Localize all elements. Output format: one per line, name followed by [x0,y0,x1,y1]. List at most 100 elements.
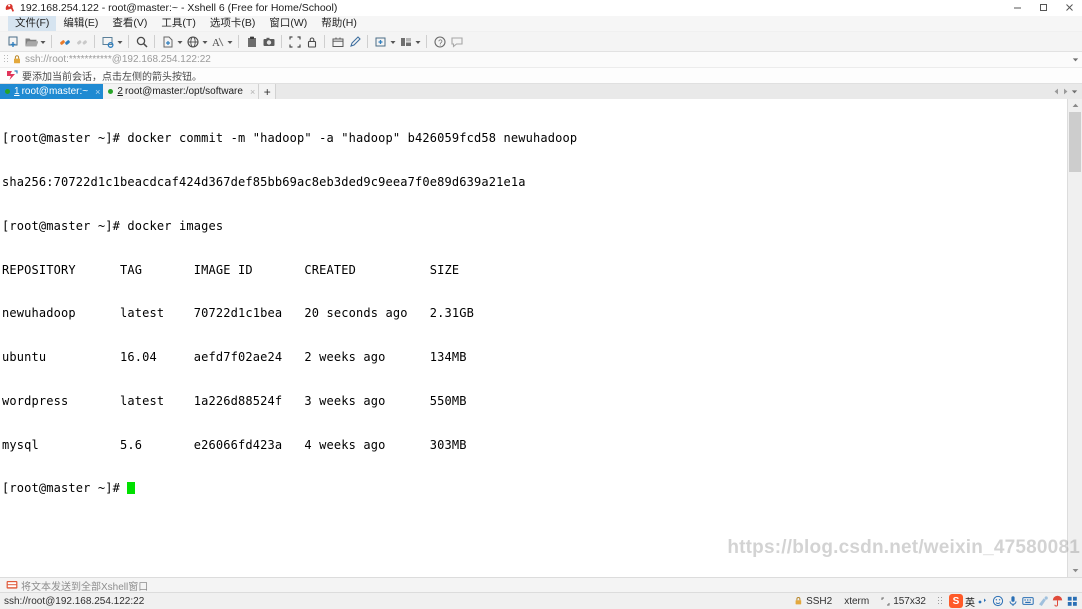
terminal-prompt: [root@master ~]# [2,481,128,496]
session-properties-icon[interactable] [99,33,116,50]
ime-handle-icon[interactable] [932,594,947,608]
terminal-cursor [127,482,135,495]
add-session-icon[interactable] [4,69,20,82]
send-to-all-icon[interactable] [4,579,19,591]
tab-label: root@master:~ [21,86,89,97]
paste-icon[interactable] [243,33,260,50]
tab-2-root-master-opt-software[interactable]: 2 root@master:/opt/software × [103,84,260,99]
tab-list-dropdown-icon[interactable] [1070,84,1079,99]
svg-text:?: ? [438,38,443,47]
toolbar-separator [281,35,282,48]
terminal-table-row: newuhadoop latest 70722d1c1bea 20 second… [2,306,474,321]
help-icon[interactable]: ? [431,33,448,50]
toolbar-separator [238,35,239,48]
fullscreen-icon[interactable] [286,33,303,50]
xshell-window: 192.168.254.122 - root@master:~ - Xshell… [0,0,1082,609]
open-session-icon[interactable] [22,33,39,50]
tab-status-dot-icon [108,89,114,94]
arrange-icon[interactable] [397,33,414,50]
panel-icon[interactable] [1020,594,1035,608]
menu-edit[interactable]: 编辑(E) [56,16,105,31]
hint-text: 要添加当前会话，点击左侧的箭头按钮。 [22,72,202,83]
new-tab-caret-icon[interactable] [389,33,397,50]
new-tab-button[interactable]: + [259,84,277,99]
address-bar-grip[interactable] [2,53,10,66]
open-session-caret-icon[interactable] [39,33,47,50]
status-connection: ssh://root@192.168.254.122:22 [4,595,145,607]
toolbar-separator [94,35,95,48]
transfer-file-caret-icon[interactable] [176,33,184,50]
menu-help[interactable]: 帮助(H) [314,16,364,31]
transfer-file-icon[interactable] [159,33,176,50]
new-tab-icon[interactable] [372,33,389,50]
close-icon[interactable]: × [250,87,255,97]
new-session-icon[interactable] [5,33,22,50]
session-properties-caret-icon[interactable] [116,33,124,50]
scroll-down-icon[interactable] [1068,564,1082,577]
ftp-icon[interactable] [184,33,201,50]
font-icon[interactable]: A [209,33,226,50]
terminal-table-row: ubuntu 16.04 aefd7f02ae24 2 weeks ago 13… [2,350,467,365]
window-controls [1004,0,1082,15]
menubar: 文件(F) 编辑(E) 查看(V) 工具(T) 选项卡(B) 窗口(W) 帮助(… [0,16,1082,32]
toolbar-separator [324,35,325,48]
voice-icon[interactable] [1005,594,1020,608]
font-caret-icon[interactable] [226,33,234,50]
menu-tabs[interactable]: 选项卡(B) [203,16,263,31]
terminal-output[interactable]: [root@master ~]# docker commit -m "hadoo… [0,99,1067,577]
address-url[interactable]: ssh://root:***********@192.168.254.122:2… [23,54,1068,65]
toolbar-separator [154,35,155,48]
capture-icon[interactable] [260,33,277,50]
skin-icon[interactable] [1035,594,1050,608]
tab-scroll-right-icon[interactable] [1061,84,1070,99]
toolbar-separator [426,35,427,48]
close-icon[interactable] [1056,0,1082,15]
tab-1-root-master-home[interactable]: 1 root@master:~ × [0,84,104,99]
ime-toolbar: S 英 [932,593,1082,609]
status-protocol-segment: SSH2 [788,593,838,609]
lock-icon [794,596,803,606]
apps-icon[interactable] [1065,594,1080,608]
compose-icon[interactable] [346,33,363,50]
terminal-area: [root@master ~]# docker commit -m "hadoo… [0,99,1082,577]
close-icon[interactable]: × [95,87,100,97]
keyboard-icon[interactable] [975,594,990,608]
menu-tools[interactable]: 工具(T) [154,16,202,31]
titlebar: 192.168.254.122 - root@master:~ - Xshell… [0,0,1082,16]
find-icon[interactable] [133,33,150,50]
menu-file[interactable]: 文件(F) [8,16,57,31]
status-bar: ssh://root@192.168.254.122:22 SSH2 xterm… [0,592,1082,609]
scroll-up-icon[interactable] [1068,99,1082,112]
tab-label: root@master:/opt/software [124,86,243,97]
sogou-logo-icon[interactable]: S [949,594,963,608]
ime-mode-label[interactable]: 英 [965,594,975,609]
log-icon[interactable] [329,33,346,50]
umbrella-icon[interactable] [1050,594,1065,608]
status-terminal-type: xterm [844,595,870,607]
send-to-all-bar[interactable]: 将文本发送到全部Xshell窗口 [0,577,1082,593]
address-bar[interactable]: ssh://root:***********@192.168.254.122:2… [0,52,1082,68]
terminal-scrollbar[interactable] [1067,99,1082,577]
status-size: 157x32 [893,595,926,607]
emoji-icon[interactable] [990,594,1005,608]
toolbar-separator [367,35,368,48]
terminal-table-row: mysql 5.6 e26066fd423a 4 weeks ago 303MB [2,437,467,452]
lock-icon[interactable] [303,33,320,50]
terminal-line: sha256:70722d1c1beacdcaf424d367def85bb69… [2,174,526,189]
tab-scroll-left-icon[interactable] [1052,84,1061,99]
menu-window[interactable]: 窗口(W) [262,16,314,31]
xshell-icon [4,2,16,14]
ftp-caret-icon[interactable] [201,33,209,50]
feedback-icon[interactable] [448,33,465,50]
arrange-caret-icon[interactable] [414,33,422,50]
restore-icon[interactable] [1030,0,1056,15]
send-to-all-label: 将文本发送到全部Xshell窗口 [21,581,149,593]
scrollbar-thumb[interactable] [1069,112,1081,172]
menu-view[interactable]: 查看(V) [105,16,154,31]
reconnect-icon[interactable] [56,33,73,50]
status-size-segment: 157x32 [875,593,932,609]
terminal-prompt-line: [root@master ~]# [2,481,1067,496]
disconnect-icon[interactable] [73,33,90,50]
minimize-icon[interactable] [1004,0,1030,15]
chevron-down-icon[interactable] [1068,53,1082,66]
